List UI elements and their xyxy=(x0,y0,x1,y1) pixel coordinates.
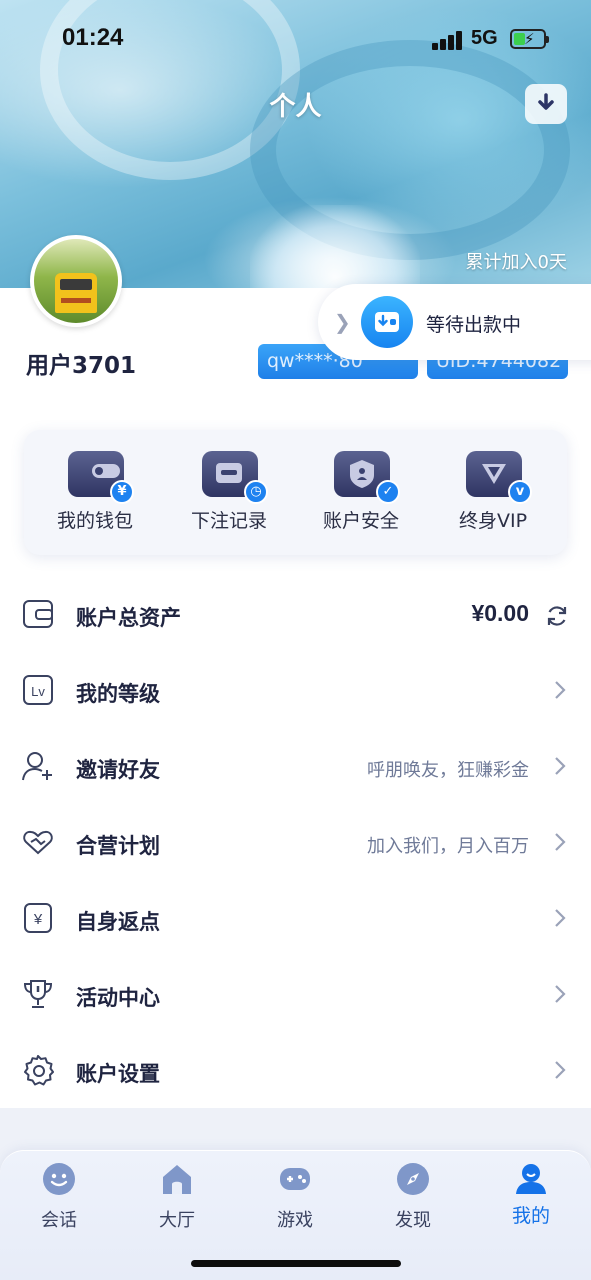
tab-label: 发现 xyxy=(395,1210,431,1231)
chat-icon xyxy=(43,1163,75,1195)
menu-item-label: 账户设置 xyxy=(76,1062,160,1086)
menu-item-invite[interactable]: 邀请好友 呼朋唤友，狂赚彩金 xyxy=(0,728,591,804)
rebate-icon: ¥ xyxy=(24,903,52,933)
tab-label: 我的 xyxy=(511,1205,550,1227)
tab-label: 会话 xyxy=(41,1210,77,1231)
download-button[interactable] xyxy=(525,84,567,124)
level-icon: Lv xyxy=(23,675,53,705)
menu-item-hint: 加入我们，月入百万 xyxy=(367,836,529,857)
tab-mine[interactable]: 我的 xyxy=(472,1161,590,1241)
compass-icon xyxy=(397,1163,429,1195)
svg-text:¥: ¥ xyxy=(33,911,43,928)
chevron-right-icon xyxy=(555,833,566,851)
menu-item-rebate[interactable]: ¥ 自身返点 xyxy=(0,880,591,956)
tab-label: 大厅 xyxy=(159,1210,195,1231)
menu-item-hint: 呼朋唤友，狂赚彩金 xyxy=(367,760,529,781)
tab-discover[interactable]: 发现 xyxy=(354,1161,472,1241)
menu-item-events[interactable]: 活动中心 xyxy=(0,956,591,1032)
quick-action-label: 下注记录 xyxy=(190,510,267,532)
check-badge-icon: ✓ xyxy=(376,480,400,504)
status-bar: 01:24 5G ⚡ xyxy=(0,22,591,58)
download-arrow-icon xyxy=(538,93,554,110)
profile-icon xyxy=(516,1164,546,1194)
quick-action-security[interactable]: ✓ 账户安全 xyxy=(306,450,416,540)
page-title: 个人 xyxy=(269,92,322,122)
menu-item-label: 自身返点 xyxy=(76,910,160,934)
menu-list: 账户总资产 ¥0.00 Lv 我的等级 邀请好友 呼朋唤友，狂赚彩金 合营计划 … xyxy=(0,572,591,1108)
chevron-right-icon: ❯ xyxy=(334,310,351,334)
network-type: 5G xyxy=(471,27,498,49)
handshake-icon xyxy=(23,830,53,855)
refresh-icon[interactable] xyxy=(545,604,569,628)
svg-text:Lv: Lv xyxy=(31,684,45,699)
withdraw-status-text: 等待出款中 xyxy=(426,314,522,336)
menu-item-label: 账户总资产 xyxy=(76,606,181,630)
avatar[interactable] xyxy=(30,235,122,327)
signal-icon xyxy=(432,30,464,50)
chevron-right-icon xyxy=(555,985,566,1003)
home-indicator xyxy=(191,1260,401,1267)
menu-item-settings[interactable]: 账户设置 xyxy=(0,1032,591,1108)
tab-label: 游戏 xyxy=(277,1210,313,1231)
quick-action-vip[interactable]: v 终身VIP xyxy=(438,450,548,540)
menu-item-total-assets[interactable]: 账户总资产 ¥0.00 xyxy=(0,576,591,652)
quick-actions-card: ¥ 我的钱包 ◷ 下注记录 ✓ 账户安全 v 终身VIP xyxy=(24,430,567,555)
wallet-outline-icon xyxy=(23,600,53,628)
gamepad-icon xyxy=(280,1168,310,1190)
battery-icon: ⚡ xyxy=(510,29,549,49)
tab-games[interactable]: 游戏 xyxy=(236,1161,354,1241)
home-icon xyxy=(163,1165,191,1194)
menu-item-label: 邀请好友 xyxy=(76,758,160,782)
train-image xyxy=(55,273,97,313)
username: 用户3701 xyxy=(26,353,137,379)
settings-icon xyxy=(24,1055,54,1086)
quick-action-bet-record[interactable]: ◷ 下注记录 xyxy=(174,450,284,540)
yen-badge-icon: ¥ xyxy=(110,480,134,504)
tab-chat[interactable]: 会话 xyxy=(0,1161,118,1241)
trophy-icon xyxy=(23,980,53,1008)
quick-action-wallet[interactable]: ¥ 我的钱包 xyxy=(40,450,150,540)
join-days-text: 累计加入0天 xyxy=(465,252,567,273)
menu-item-label: 活动中心 xyxy=(76,986,160,1010)
banner-decoration xyxy=(250,205,420,290)
chevron-right-icon xyxy=(555,681,566,699)
total-assets-amount: ¥0.00 xyxy=(471,600,529,626)
clock-badge-icon: ◷ xyxy=(244,480,268,504)
quick-action-label: 账户安全 xyxy=(322,510,399,532)
chevron-right-icon xyxy=(555,909,566,927)
tab-lobby[interactable]: 大厅 xyxy=(118,1161,236,1241)
status-time: 01:24 xyxy=(62,24,124,51)
wallet-download-icon xyxy=(361,296,413,348)
chevron-right-icon xyxy=(555,1061,566,1079)
menu-item-label: 合营计划 xyxy=(76,834,160,858)
menu-item-label: 我的等级 xyxy=(76,682,160,706)
quick-action-label: 我的钱包 xyxy=(56,510,133,532)
withdraw-status-popup[interactable]: ❯ 等待出款中 xyxy=(318,284,591,360)
chevron-right-icon xyxy=(555,757,566,775)
menu-item-partnership[interactable]: 合营计划 加入我们，月入百万 xyxy=(0,804,591,880)
invite-user-icon xyxy=(22,752,52,781)
vip-badge-icon: v xyxy=(508,480,532,504)
menu-item-level[interactable]: Lv 我的等级 xyxy=(0,652,591,728)
quick-action-label: 终身VIP xyxy=(458,510,528,532)
